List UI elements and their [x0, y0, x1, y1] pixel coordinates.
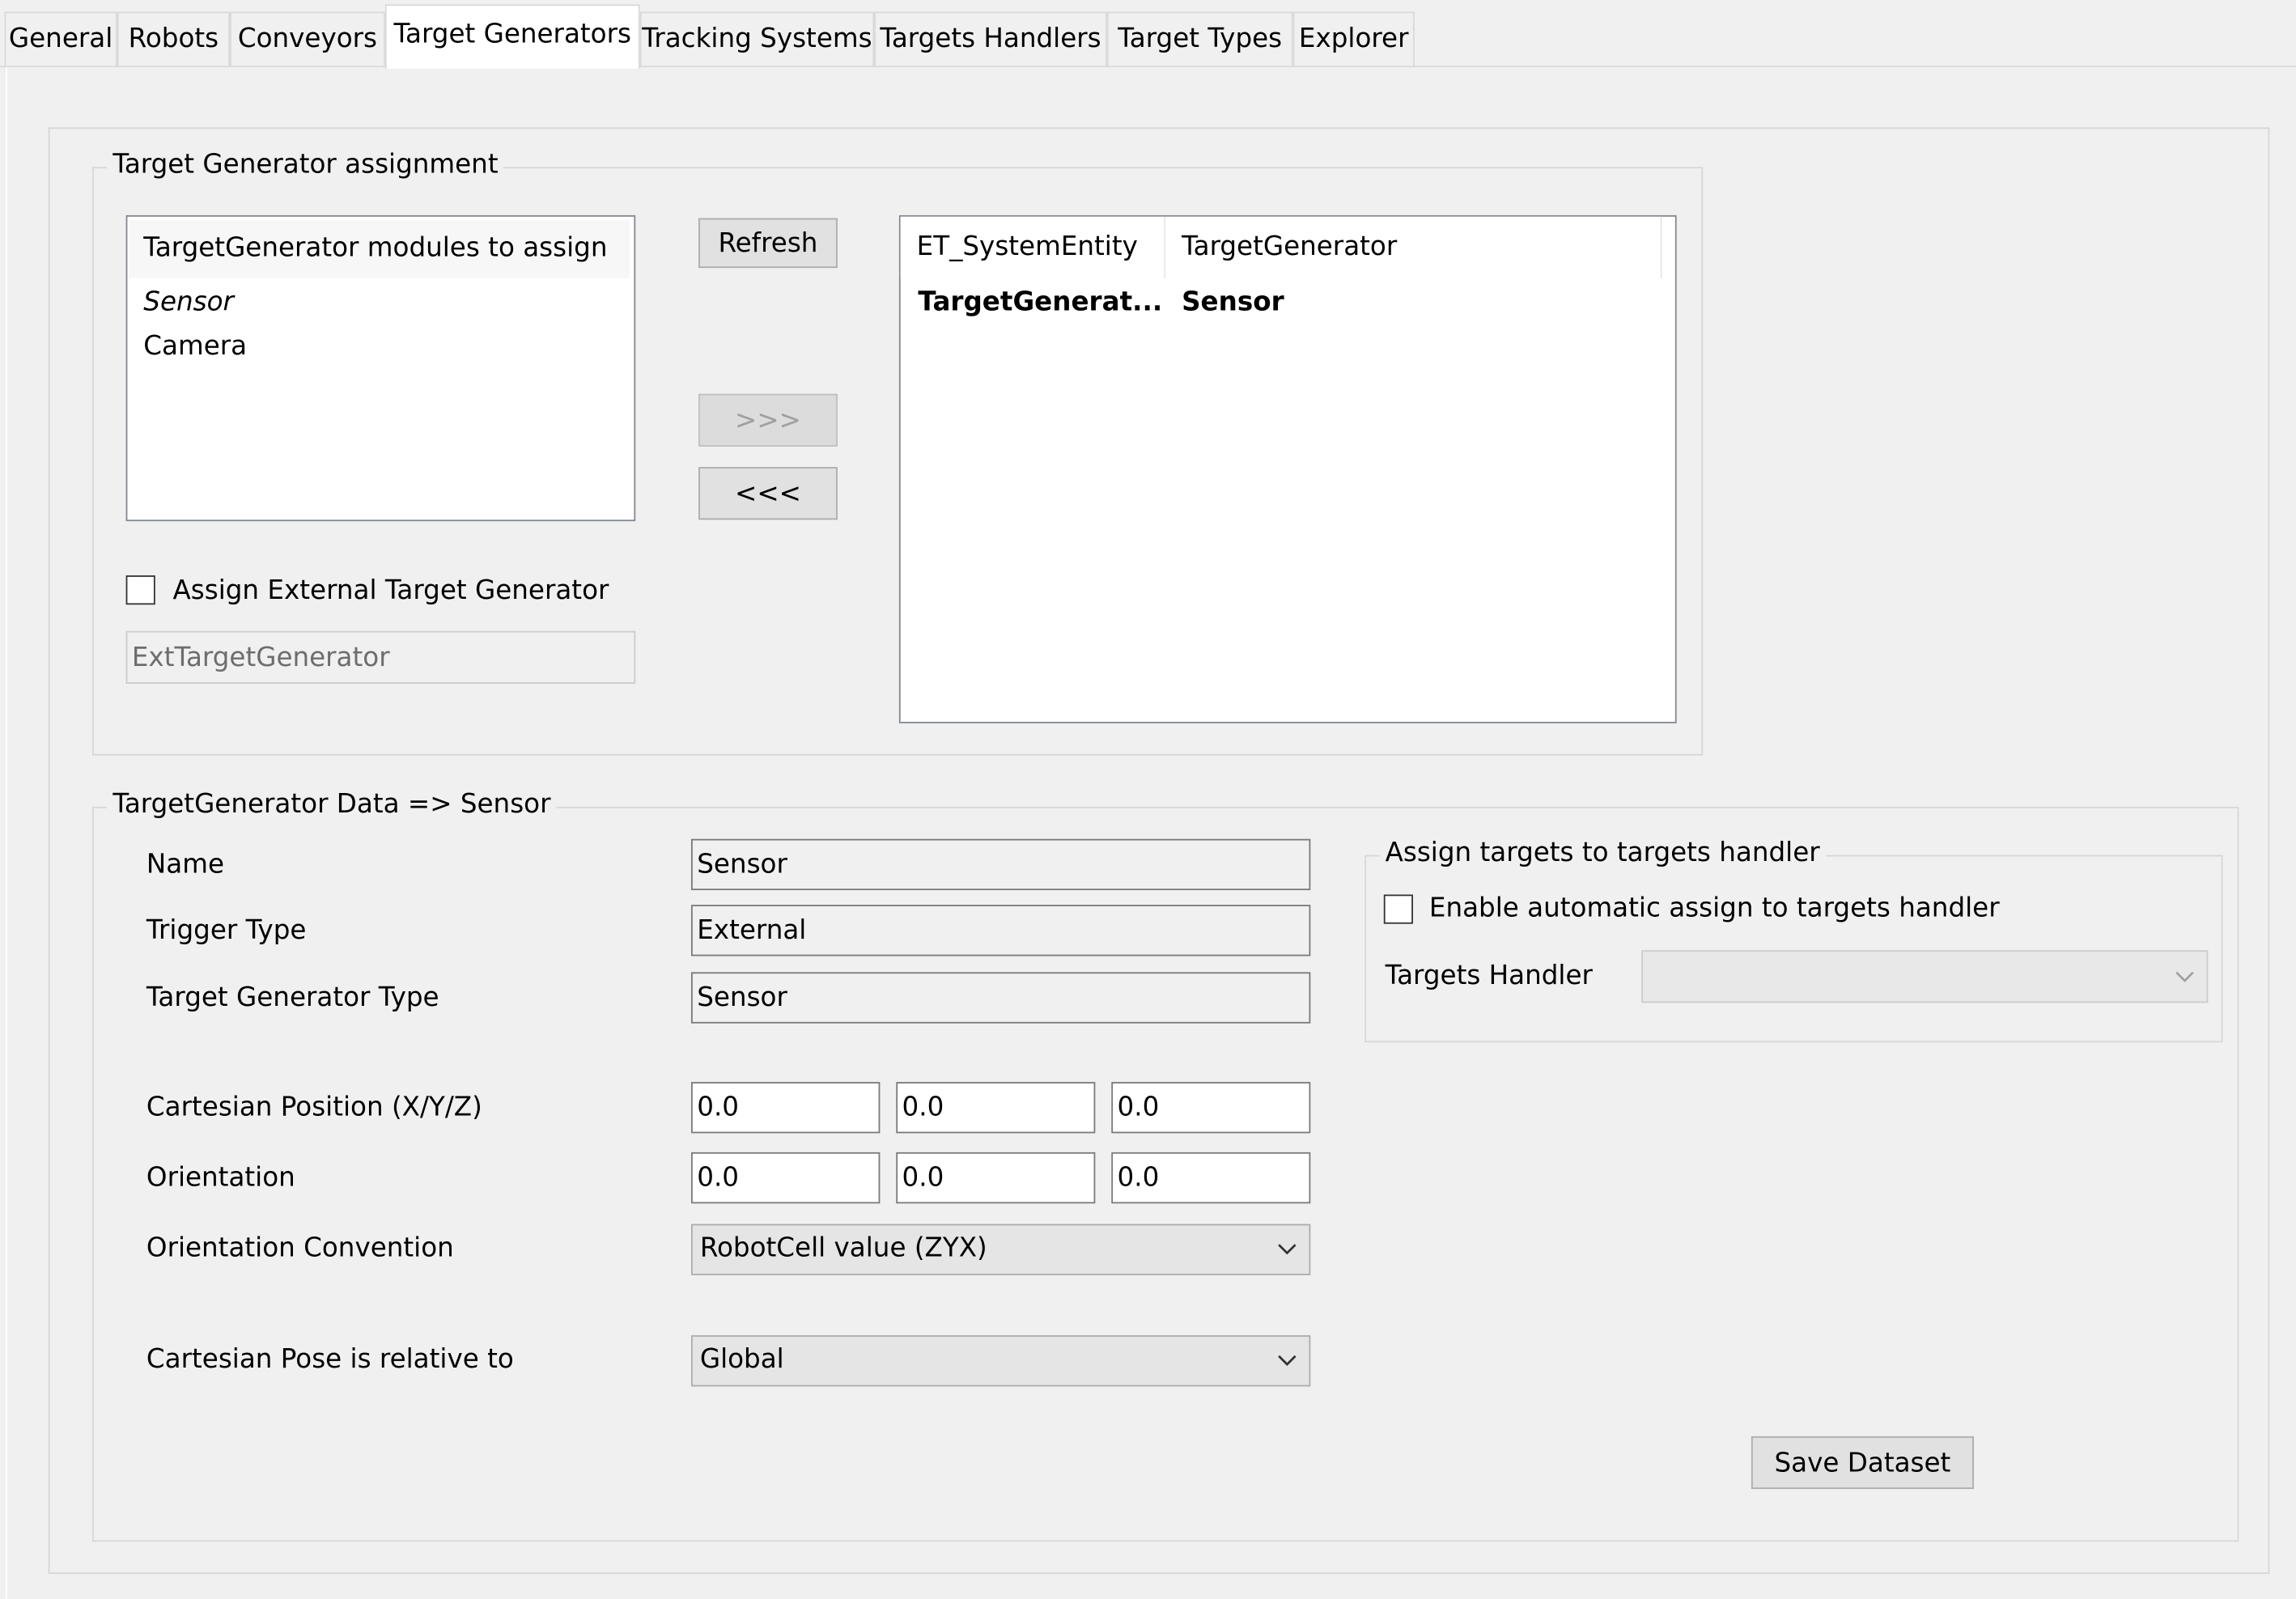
table-header-entity[interactable]: ET_SystemEntity: [900, 216, 1165, 278]
orientation-b-input[interactable]: [896, 1152, 1096, 1204]
targets-handler-dropdown[interactable]: [1641, 950, 2209, 1003]
convention-label: Orientation Convention: [146, 1232, 454, 1264]
handler-group-title: Assign targets to targets handler: [1379, 837, 1826, 870]
name-field[interactable]: [690, 838, 1311, 891]
unassign-button[interactable]: <<<: [698, 467, 838, 520]
modules-list-header: TargetGenerator modules to assign: [129, 219, 630, 278]
table-cell-generator: Sensor: [1182, 286, 1284, 318]
relative-label: Cartesian Pose is relative to: [146, 1343, 514, 1375]
convention-value: RobotCell value (ZYX): [699, 1232, 987, 1264]
auto-assign-label: Enable automatic assign to targets handl…: [1428, 893, 2000, 924]
trigger-type-label: Trigger Type: [146, 914, 307, 946]
list-item[interactable]: Sensor: [143, 282, 234, 324]
position-y-input[interactable]: [896, 1082, 1096, 1134]
handler-group: [1364, 855, 2223, 1043]
position-z-input[interactable]: [1111, 1082, 1311, 1134]
assignment-table[interactable]: ET_SystemEntity TargetGenerator TargetGe…: [898, 214, 1677, 723]
generator-type-label: Target Generator Type: [146, 982, 439, 1014]
list-item[interactable]: Camera: [143, 326, 247, 367]
convention-dropdown[interactable]: RobotCell value (ZYX): [690, 1224, 1311, 1275]
targets-handler-label: Targets Handler: [1385, 960, 1593, 991]
tab-targets-handlers[interactable]: Targets Handlers: [874, 11, 1107, 68]
orientation-c-input[interactable]: [1111, 1152, 1311, 1204]
refresh-button[interactable]: Refresh: [698, 218, 838, 269]
tab-robots[interactable]: Robots: [117, 11, 231, 68]
chevron-down-icon: [1278, 1355, 1297, 1366]
relative-value: Global: [699, 1343, 784, 1375]
tab-target-generators[interactable]: Target Generators: [384, 4, 640, 70]
generator-type-field[interactable]: [690, 972, 1311, 1024]
table-header-separator: [1660, 216, 1662, 278]
save-dataset-button[interactable]: Save Dataset: [1751, 1436, 1974, 1490]
table-cell-entity: TargetGenerat...: [918, 286, 1163, 318]
external-generator-label: Assign External Target Generator: [172, 575, 609, 607]
trigger-type-field[interactable]: [690, 905, 1311, 956]
chevron-down-icon: [2175, 971, 2194, 982]
tab-general[interactable]: General: [4, 11, 117, 68]
table-header-generator[interactable]: TargetGenerator: [1165, 216, 1661, 278]
position-x-input[interactable]: [690, 1082, 881, 1134]
data-group-title: TargetGenerator Data => Sensor: [107, 789, 557, 822]
position-label: Cartesian Position (X/Y/Z): [146, 1092, 482, 1123]
external-generator-checkbox[interactable]: [125, 575, 155, 605]
assignment-group-title: Target Generator assignment: [107, 149, 504, 182]
name-label: Name: [146, 849, 225, 880]
tab-explorer[interactable]: Explorer: [1292, 11, 1415, 68]
tab-tracking-systems[interactable]: Tracking Systems: [639, 11, 875, 68]
tab-target-types[interactable]: Target Types: [1106, 11, 1293, 68]
auto-assign-checkbox[interactable]: [1383, 894, 1413, 924]
external-generator-name-input[interactable]: [125, 630, 636, 684]
assign-button[interactable]: >>>: [698, 393, 838, 447]
relative-dropdown[interactable]: Global: [690, 1335, 1311, 1387]
chevron-down-icon: [1278, 1244, 1297, 1255]
orientation-label: Orientation: [146, 1162, 295, 1194]
table-row[interactable]: TargetGenerat... Sensor: [901, 282, 1675, 324]
orientation-a-input[interactable]: [690, 1152, 881, 1204]
modules-list[interactable]: TargetGenerator modules to assign Sensor…: [125, 214, 636, 522]
tab-conveyors[interactable]: Conveyors: [230, 11, 385, 68]
